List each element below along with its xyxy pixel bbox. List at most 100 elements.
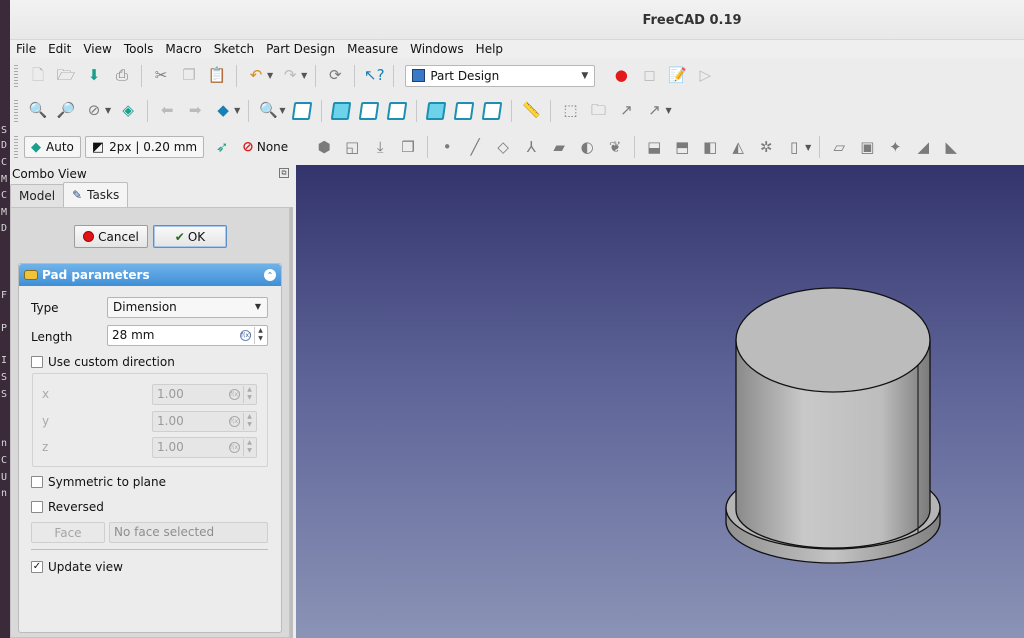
shape-binder-icon[interactable]: ⤓ — [369, 136, 391, 158]
pocket-icon[interactable]: ⬓ — [643, 136, 665, 158]
front-icon[interactable] — [330, 100, 352, 122]
whats-this-icon[interactable]: ↖? — [363, 65, 385, 87]
thickness-icon[interactable]: ◢ — [912, 136, 934, 158]
ok-button[interactable]: ✔ OK — [153, 225, 227, 248]
datum-line-icon[interactable]: ╱ — [464, 136, 486, 158]
loft-icon[interactable]: ❦ — [604, 136, 626, 158]
snap-toggle-icon[interactable]: ➶ — [211, 136, 233, 158]
zoom-dropdown-icon[interactable]: ▼ — [279, 106, 285, 115]
z-direction-input[interactable]: 1.00 f(x) ▲ ▼ — [152, 437, 257, 458]
new-document-icon[interactable]: 🗋 — [27, 65, 49, 87]
open-icon[interactable]: 🗁 — [55, 65, 77, 87]
copy-icon[interactable]: ❐ — [178, 65, 200, 87]
snap-none-button[interactable]: ⊘ None — [236, 139, 294, 155]
rear-icon[interactable] — [425, 100, 447, 122]
isometric-icon[interactable] — [291, 100, 313, 122]
stop-macro-icon[interactable]: ◻ — [638, 65, 660, 87]
chamfer-icon[interactable]: ▣ — [856, 136, 878, 158]
line-width-button[interactable]: ◩ 2px | 0.20 mm — [84, 136, 205, 158]
bottom-icon[interactable] — [453, 100, 475, 122]
menu-windows[interactable]: Windows — [404, 42, 470, 56]
undock-icon[interactable]: ⧉ — [279, 168, 289, 178]
datum-plane-icon[interactable]: ◇ — [492, 136, 514, 158]
cut-icon[interactable]: ✂ — [150, 65, 172, 87]
forward-icon[interactable]: ➡ — [184, 100, 206, 122]
pad-icon[interactable]: ▰ — [548, 136, 570, 158]
reversed-checkbox[interactable]: Reversed — [31, 500, 104, 514]
link-actions-icon[interactable]: ↗ — [643, 100, 665, 122]
fillet-icon[interactable]: ▱ — [828, 136, 850, 158]
hole-icon[interactable]: ⬒ — [671, 136, 693, 158]
draw-style-icon[interactable]: ⊘ — [83, 100, 105, 122]
mirrored-icon[interactable]: ◣ — [940, 136, 962, 158]
spin-arrows-icon[interactable]: ▲ ▼ — [254, 327, 266, 344]
revolution-icon[interactable]: ◐ — [576, 136, 598, 158]
panel-scrollbar[interactable] — [290, 207, 293, 638]
print-icon[interactable]: ⎙ — [111, 65, 133, 87]
record-macro-icon[interactable]: ● — [610, 65, 632, 87]
menu-view[interactable]: View — [77, 42, 117, 56]
body-icon[interactable]: ⬢ — [313, 136, 335, 158]
menu-edit[interactable]: Edit — [42, 42, 77, 56]
x-direction-input[interactable]: 1.00 f(x) ▲ ▼ — [152, 384, 257, 405]
draw-style-dropdown-icon[interactable]: ▼ — [105, 106, 111, 115]
menu-sketch[interactable]: Sketch — [208, 42, 260, 56]
draw-style-button[interactable]: ◆ Auto — [24, 136, 81, 158]
local-coordinate-system-icon[interactable]: ⅄ — [520, 136, 542, 158]
length-input[interactable]: 28 mm f(x) ▲ ▼ — [107, 325, 268, 346]
link-icon[interactable]: ↗ — [615, 100, 637, 122]
sketch-icon[interactable]: ◱ — [341, 136, 363, 158]
subtractive-pipe-icon[interactable]: ✲ — [755, 136, 777, 158]
save-icon[interactable]: ⬇ — [83, 65, 105, 87]
undo-dropdown-icon[interactable]: ▼ — [267, 71, 273, 80]
clone-icon[interactable]: ❒ — [397, 136, 419, 158]
redo-dropdown-icon[interactable]: ▼ — [301, 71, 307, 80]
subtractive-loft-icon[interactable]: ◭ — [727, 136, 749, 158]
toolbar-grip[interactable] — [14, 99, 18, 122]
type-select[interactable]: Dimension ▼ — [107, 297, 268, 318]
group-icon[interactable]: 🗀 — [587, 100, 609, 122]
left-icon[interactable] — [481, 100, 503, 122]
right-icon[interactable] — [386, 100, 408, 122]
menu-measure[interactable]: Measure — [341, 42, 404, 56]
groove-icon[interactable]: ◧ — [699, 136, 721, 158]
tab-tasks[interactable]: ✎ Tasks — [63, 182, 129, 207]
face-button[interactable]: Face — [31, 522, 105, 543]
refresh-icon[interactable]: ⟳ — [324, 65, 346, 87]
fit-selection-icon[interactable]: 🔎 — [55, 100, 77, 122]
symmetric-to-plane-checkbox[interactable]: Symmetric to plane — [31, 475, 166, 489]
part-icon[interactable]: ⬚ — [559, 100, 581, 122]
menu-file[interactable]: File — [10, 42, 42, 56]
y-direction-input[interactable]: 1.00 f(x) ▲ ▼ — [152, 411, 257, 432]
toolbar-grip[interactable] — [14, 136, 18, 158]
menu-macro[interactable]: Macro — [159, 42, 207, 56]
back-icon[interactable]: ⬅ — [156, 100, 178, 122]
subtractive-primitive-icon[interactable]: ▯ — [783, 136, 805, 158]
bounding-box-icon[interactable]: ◈ — [117, 100, 139, 122]
run-macro-icon[interactable]: ▷ — [694, 65, 716, 87]
cancel-button[interactable]: Cancel — [74, 225, 148, 248]
std-views-dropdown-icon[interactable]: ▼ — [234, 106, 240, 115]
expression-icon[interactable]: f(x) — [240, 330, 251, 341]
menu-tools[interactable]: Tools — [118, 42, 160, 56]
edit-macro-icon[interactable]: 📝 — [666, 65, 688, 87]
zoom-icon[interactable]: 🔍 — [257, 100, 279, 122]
menu-part-design[interactable]: Part Design — [260, 42, 341, 56]
fit-all-icon[interactable]: 🔍 — [27, 100, 49, 122]
redo-icon[interactable]: ↷ — [279, 65, 301, 87]
3d-view[interactable] — [296, 165, 1024, 638]
top-icon[interactable] — [358, 100, 380, 122]
link-dropdown-icon[interactable]: ▼ — [665, 106, 671, 115]
workbench-selector[interactable]: Part Design ▼ — [405, 64, 596, 87]
draft-icon[interactable]: ✦ — [884, 136, 906, 158]
update-view-checkbox[interactable]: ✓ Update view — [31, 560, 123, 574]
collapse-icon[interactable]: ⌃ — [264, 269, 276, 281]
menu-help[interactable]: Help — [470, 42, 509, 56]
primitive-dropdown-icon[interactable]: ▼ — [805, 143, 811, 152]
tab-model[interactable]: Model — [10, 184, 65, 207]
paste-icon[interactable]: 📋 — [206, 65, 228, 87]
measure-icon[interactable]: 📏 — [520, 100, 542, 122]
use-custom-direction-checkbox[interactable]: Use custom direction — [31, 355, 175, 369]
toolbar-grip[interactable] — [14, 64, 18, 87]
datum-point-icon[interactable]: • — [436, 136, 458, 158]
